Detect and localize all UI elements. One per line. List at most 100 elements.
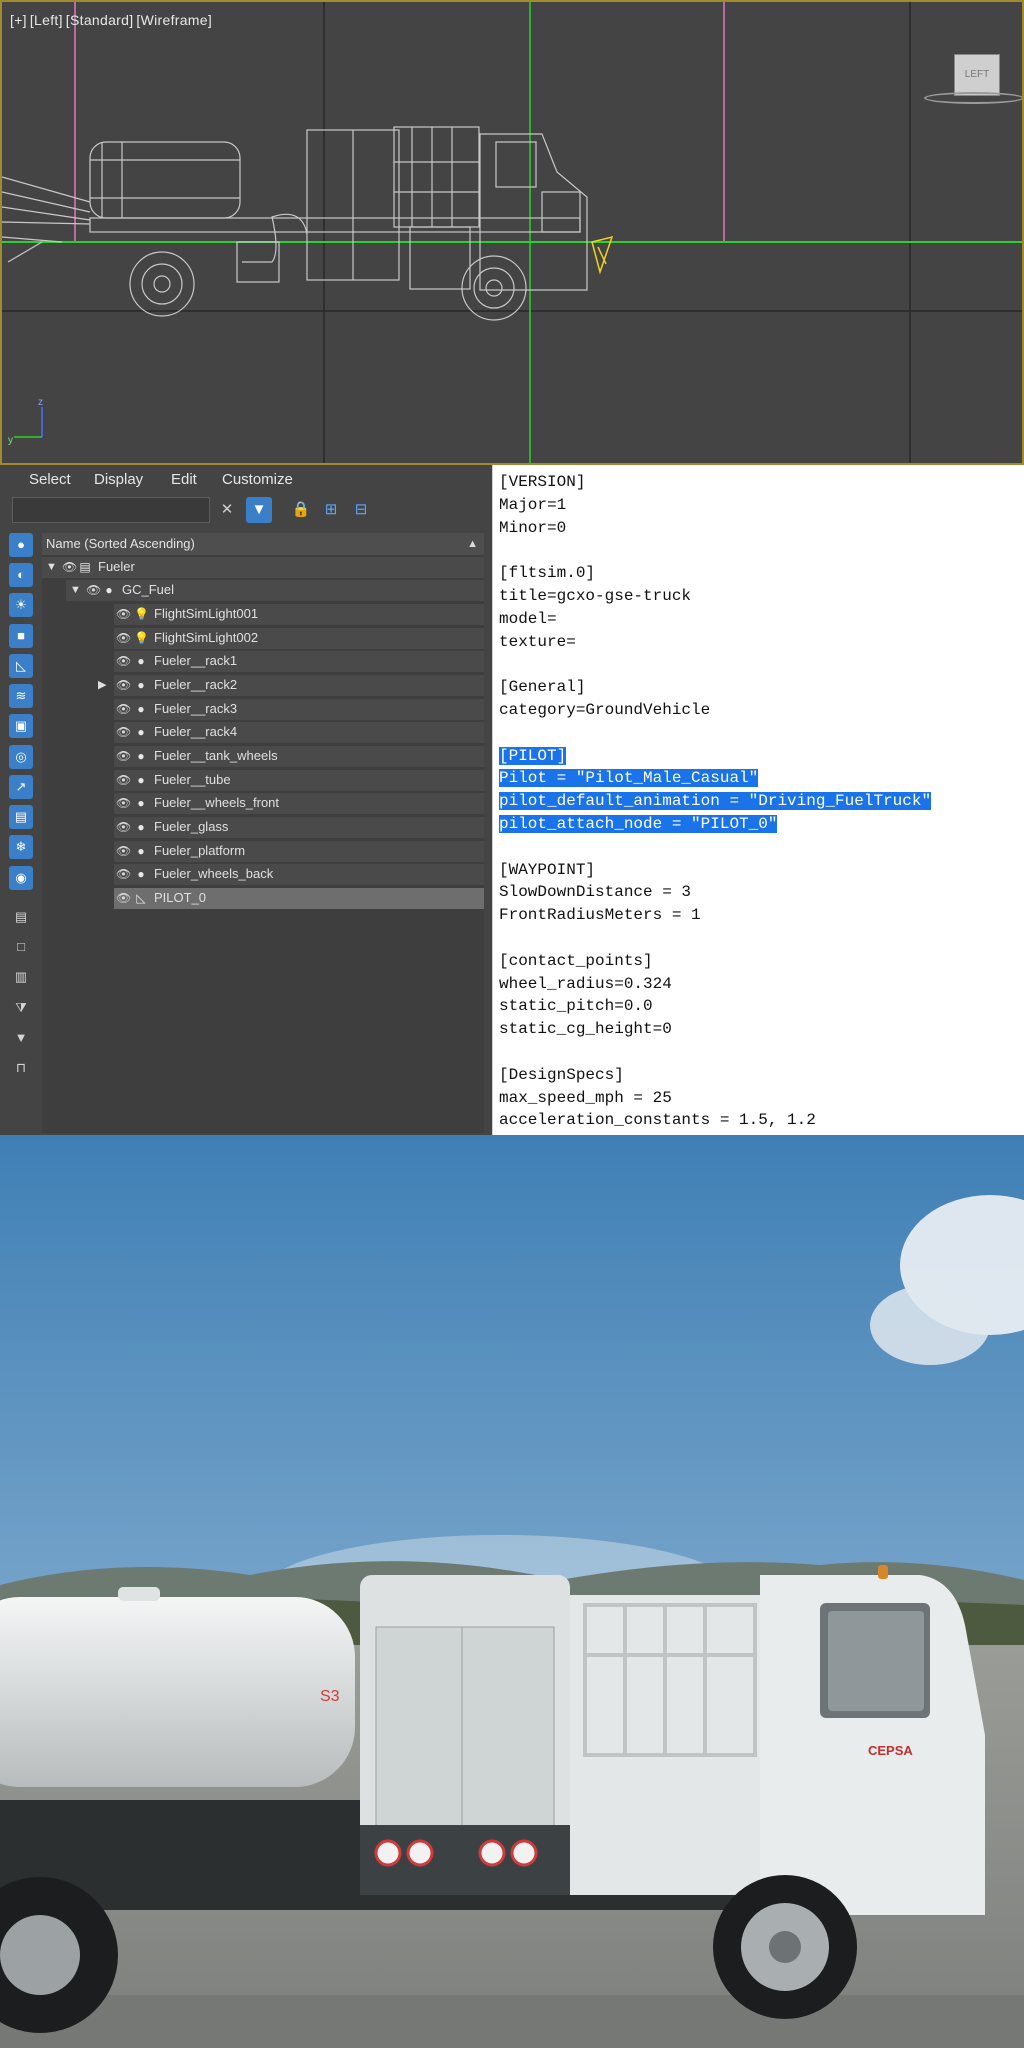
config-line[interactable] xyxy=(499,927,931,950)
lock-icon[interactable]: 🔒 xyxy=(288,497,314,523)
layer-folder-icon[interactable]: ⊓ xyxy=(9,1056,33,1080)
tree-row-fueler[interactable]: ▼ 👁 ▤ Fueler xyxy=(42,556,484,578)
config-text[interactable]: [VERSION] Major=1 Minor=0 [fltsim.0] title=g… xyxy=(499,471,932,1178)
tree-row-fueler-wheels-back[interactable]: 👁 ● Fueler_wheels_back xyxy=(42,863,484,885)
display-all-icon[interactable]: ▤ xyxy=(9,905,33,929)
config-line[interactable]: [DesignSpecs] xyxy=(499,1064,931,1087)
tree-row-fueler-wheels-front[interactable]: 👁 ● Fueler__wheels_front xyxy=(42,792,484,814)
menu-customize[interactable]: Customize xyxy=(222,465,293,495)
config-line[interactable]: static_pitch=0.0 xyxy=(499,995,931,1018)
bones-icon[interactable]: ↗ xyxy=(9,775,33,799)
filter-icon[interactable]: ▼ xyxy=(246,497,272,523)
helpers-icon[interactable]: ◺ xyxy=(9,654,33,678)
wireframe-viewport[interactable]: z y [+] [Left] [Standard] [Wireframe] LEFT xyxy=(0,0,1024,465)
viewport-display-menu[interactable]: [Wireframe] xyxy=(136,12,212,28)
config-line[interactable] xyxy=(499,722,931,745)
expand-arrow-icon[interactable]: ▼ xyxy=(70,579,81,601)
viewcube-compass-ring[interactable] xyxy=(924,92,1022,104)
config-line[interactable]: category=GroundVehicle xyxy=(499,699,931,722)
eye-icon[interactable]: 👁 xyxy=(116,769,132,791)
eye-icon[interactable]: 👁 xyxy=(116,863,132,885)
shapes-icon[interactable]: ◐ xyxy=(9,563,33,587)
viewport-label[interactable]: [+] [Left] [Standard] [Wireframe] xyxy=(10,12,215,28)
tree-row-pilot-0[interactable]: 👁 ◺ PILOT_0 xyxy=(42,887,484,909)
tree-row-fueler-platform[interactable]: 👁 ● Fueler_platform xyxy=(42,840,484,862)
cameras-icon[interactable]: ■ xyxy=(9,624,33,648)
lights-icon[interactable]: ☀ xyxy=(9,593,33,617)
tree-row-fueler-tube[interactable]: 👁 ● Fueler__tube xyxy=(42,769,484,791)
expand-arrow-icon[interactable]: ▶ xyxy=(98,674,106,696)
eye-icon[interactable]: 👁 xyxy=(116,745,132,767)
eye-icon[interactable]: 👁 xyxy=(116,698,132,720)
frozen-icon[interactable]: ❄ xyxy=(9,835,33,859)
config-line[interactable] xyxy=(499,653,931,676)
config-line[interactable]: wheel_radius=0.324 xyxy=(499,973,931,996)
eye-icon[interactable]: 👁 xyxy=(62,556,78,578)
config-line[interactable]: SlowDownDistance = 3 xyxy=(499,881,931,904)
invert-icon[interactable]: ▥ xyxy=(9,965,33,989)
config-line[interactable]: [VERSION] xyxy=(499,471,931,494)
config-line[interactable] xyxy=(499,1041,931,1064)
space-warps-icon[interactable]: ≋ xyxy=(9,684,33,708)
config-line-selected[interactable]: [PILOT] xyxy=(499,745,931,768)
containers-icon[interactable]: ▤ xyxy=(9,805,33,829)
config-line[interactable]: Minor=0 xyxy=(499,517,931,540)
tree-row-fueler-rack3[interactable]: 👁 ● Fueler__rack3 xyxy=(42,698,484,720)
config-line[interactable] xyxy=(499,836,931,859)
groups-icon[interactable]: ▣ xyxy=(9,714,33,738)
eye-icon[interactable]: 👁 xyxy=(116,792,132,814)
explorer-search-input[interactable] xyxy=(12,497,210,523)
eye-icon[interactable]: 👁 xyxy=(116,674,132,696)
eye-icon[interactable]: 👁 xyxy=(116,650,132,672)
eye-icon[interactable]: 👁 xyxy=(116,627,132,649)
viewcube[interactable]: LEFT xyxy=(954,54,1000,96)
tree-row-gc-fuel[interactable]: ▼ 👁 ● GC_Fuel xyxy=(42,579,484,601)
config-line[interactable]: model= xyxy=(499,608,931,631)
config-line[interactable]: title=gcxo-gse-truck xyxy=(499,585,931,608)
config-line[interactable]: static_cg_height=0 xyxy=(499,1018,931,1041)
config-line[interactable]: Major=1 xyxy=(499,494,931,517)
tree-column-header[interactable]: Name (Sorted Ascending) ▲ xyxy=(42,533,484,555)
viewport-view-menu[interactable]: [Left] xyxy=(30,12,63,28)
config-line[interactable]: texture= xyxy=(499,631,931,654)
display-none-icon[interactable]: □ xyxy=(9,935,33,959)
config-line[interactable]: [fltsim.0] xyxy=(499,562,931,585)
tree-row-fueler-rack1[interactable]: 👁 ● Fueler__rack1 xyxy=(42,650,484,672)
filter-icon-2[interactable]: ▼ xyxy=(9,1026,33,1050)
tree-row-flightsimlight001[interactable]: 👁 💡 FlightSimLight001 xyxy=(42,603,484,625)
eye-icon[interactable]: 👁 xyxy=(86,579,102,601)
config-line-selected[interactable]: Pilot = "Pilot_Male_Casual" xyxy=(499,767,931,790)
hidden-icon[interactable]: ◉ xyxy=(9,866,33,890)
eye-icon[interactable]: 👁 xyxy=(116,840,132,862)
config-line[interactable]: [contact_points] xyxy=(499,950,931,973)
viewport-menu-plus[interactable]: [+] xyxy=(10,12,27,28)
menu-display[interactable]: Display xyxy=(94,465,143,495)
tree-row-fueler-rack4[interactable]: 👁 ● Fueler__rack4 xyxy=(42,721,484,743)
menu-select[interactable]: Select xyxy=(29,465,71,495)
eye-icon[interactable]: 👁 xyxy=(116,721,132,743)
config-line-selected[interactable]: pilot_attach_node = "PILOT_0" xyxy=(499,813,931,836)
config-line[interactable]: acceleration_constants = 1.5, 1.2 xyxy=(499,1109,931,1132)
geometry-icon[interactable]: ● xyxy=(9,533,33,557)
config-line-selected[interactable]: pilot_default_animation = "Driving_FuelT… xyxy=(499,790,932,813)
filter-clear-icon[interactable]: ⧩ xyxy=(9,996,33,1020)
config-line[interactable] xyxy=(499,539,931,562)
eye-icon[interactable]: 👁 xyxy=(116,887,132,909)
viewport-shading-menu[interactable]: [Standard] xyxy=(66,12,134,28)
xrefs-icon[interactable]: ◎ xyxy=(9,745,33,769)
tree-row-fueler-glass[interactable]: 👁 ● Fueler_glass xyxy=(42,816,484,838)
notepad-editor[interactable]: [VERSION] Major=1 Minor=0 [fltsim.0] title=g… xyxy=(492,465,1024,1210)
menu-edit[interactable]: Edit xyxy=(171,465,197,495)
layer-icon[interactable]: ⊟ xyxy=(348,497,374,523)
clear-search-icon[interactable]: ✕ xyxy=(214,497,240,523)
tree-row-fueler-tank-wheels[interactable]: 👁 ● Fueler__tank_wheels xyxy=(42,745,484,767)
tree-row-fueler-rack2[interactable]: ▶ 👁 ● Fueler__rack2 xyxy=(42,674,484,696)
config-line[interactable]: max_speed_mph = 25 xyxy=(499,1087,931,1110)
config-line[interactable]: [WAYPOINT] xyxy=(499,859,931,882)
config-line[interactable]: FrontRadiusMeters = 1 xyxy=(499,904,931,927)
expand-arrow-icon[interactable]: ▼ xyxy=(46,556,57,578)
eye-icon[interactable]: 👁 xyxy=(116,816,132,838)
tree-row-flightsimlight002[interactable]: 👁 💡 FlightSimLight002 xyxy=(42,627,484,649)
config-line[interactable]: [General] xyxy=(499,676,931,699)
hierarchy-icon[interactable]: ⊞ xyxy=(318,497,344,523)
